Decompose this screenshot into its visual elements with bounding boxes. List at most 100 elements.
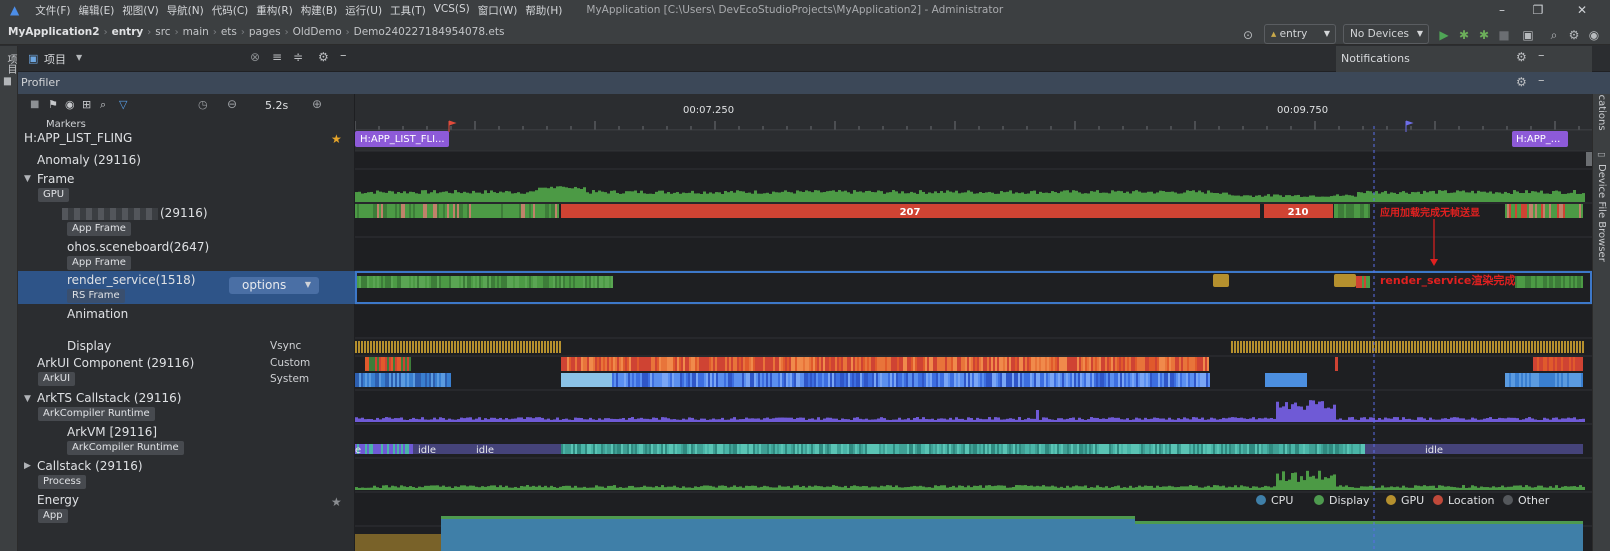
track-sceneboard[interactable]: ohos.sceneboard(2647) App Frame — [18, 238, 355, 271]
options-dropdown[interactable]: options ▼ — [229, 277, 319, 294]
settings-icon[interactable]: ⚙ — [1566, 26, 1582, 44]
record-icon[interactable]: ◉ — [65, 98, 75, 111]
gpu-frame-bar — [1003, 192, 1006, 202]
track-arkvm[interactable]: ArkVM [29116] ArkCompiler Runtime — [18, 424, 355, 457]
gear-icon[interactable]: ⚙ — [1516, 50, 1527, 64]
breadcrumb-item[interactable]: Demo240227184954078.ets — [354, 26, 505, 38]
menu-item[interactable]: 文件(F) — [35, 3, 70, 18]
target-icon[interactable]: ⊙ — [1240, 26, 1256, 44]
track-arkui[interactable]: ArkUI Component (29116) ArkUI Custom Sys… — [18, 356, 355, 389]
menu-item[interactable]: VCS(S) — [434, 3, 470, 18]
project-panel-label[interactable]: 项目 — [44, 51, 66, 67]
menu-item[interactable]: 重构(R) — [256, 3, 293, 18]
track-callstack[interactable]: ▶ Callstack (29116) Process — [18, 458, 355, 491]
collapse-all-icon[interactable]: ≑ — [293, 50, 303, 64]
device-file-browser-tool-tab[interactable]: Device File Browser — [1596, 164, 1607, 262]
arkvm-slice — [575, 444, 577, 454]
compare-icon[interactable]: ⊞ — [82, 98, 91, 111]
track-sublabel: System — [270, 373, 310, 385]
breadcrumb-item[interactable]: OldDemo — [293, 26, 342, 38]
menu-item[interactable]: 运行(U) — [345, 3, 382, 18]
chevron-down-icon[interactable]: ▼ — [76, 53, 82, 62]
attach-debugger-icon[interactable]: ✱ — [1476, 26, 1492, 44]
run-config-select[interactable]: ▴ entry ▼ — [1264, 24, 1336, 44]
device-select[interactable]: No Devices ▼ — [1343, 24, 1429, 44]
locate-file-icon[interactable]: ⊗ — [250, 50, 260, 64]
track-display[interactable]: Display Vsync — [18, 338, 355, 355]
menu-item[interactable]: 帮助(H) — [525, 3, 562, 18]
arkts-sample-bar — [1573, 417, 1576, 422]
callstack-sample-bar — [1228, 486, 1231, 490]
track-render-service[interactable]: render_service(1518) RS Frame options ▼ — [18, 271, 355, 304]
star-icon[interactable]: ★ — [331, 495, 342, 509]
debug-icon[interactable]: ✱ — [1456, 26, 1472, 44]
arkvm-slice — [901, 444, 903, 454]
device-manager-icon[interactable]: ▣ — [1520, 26, 1536, 44]
arkts-sample-bar — [802, 417, 805, 422]
device-file-browser-icon[interactable]: ▭ — [1597, 150, 1606, 160]
collapse-arrow-icon[interactable]: ▼ — [24, 174, 31, 184]
callstack-sample-bar — [673, 485, 676, 490]
menu-item[interactable]: 编辑(E) — [78, 3, 114, 18]
structure-tool-icon[interactable]: ▆ — [4, 76, 11, 86]
arkui-custom-bar — [1015, 357, 1017, 371]
filter-icon[interactable]: ▽ — [119, 98, 127, 111]
track-arkts[interactable]: ▼ ArkTS Callstack (29116) ArkCompiler Ru… — [18, 390, 355, 423]
timeline-pane[interactable]: 00:07.250 00:09.750 H:APP_LIST_FLI... H:… — [355, 94, 1592, 551]
callstack-sample-bar — [1012, 486, 1015, 490]
zoom-in-icon[interactable]: ⊕ — [312, 97, 322, 111]
app-frame-bar — [469, 204, 471, 218]
menu-item[interactable]: 窗口(W) — [478, 3, 518, 18]
close-button[interactable]: ✕ — [1564, 0, 1600, 20]
vsync-tick — [1249, 341, 1251, 353]
vertical-scrollbar[interactable] — [1586, 152, 1592, 166]
breadcrumb-item[interactable]: pages — [249, 26, 281, 38]
arkts-sample-bar — [424, 419, 427, 422]
arkui-custom-bar — [763, 357, 765, 371]
star-icon[interactable]: ★ — [331, 132, 342, 146]
project-tool-tab[interactable]: 项目 — [3, 54, 18, 74]
breadcrumb-item[interactable]: main — [183, 26, 209, 38]
arkui-custom-bar — [1565, 357, 1567, 371]
menu-item[interactable]: 视图(V) — [122, 3, 158, 18]
menu-item[interactable]: 构建(B) — [301, 3, 337, 18]
vsync-tick — [1231, 341, 1233, 353]
track-app-process[interactable]: (29116) App Frame — [18, 204, 355, 237]
arkts-sample-bar — [832, 418, 835, 422]
track-animation[interactable]: Animation — [18, 305, 355, 338]
expand-all-icon[interactable]: ≡ — [272, 50, 282, 64]
hide-panel-icon[interactable]: – — [340, 48, 347, 63]
stop-icon[interactable]: ■ — [1496, 26, 1512, 44]
breadcrumb-item[interactable]: MyApplication2 — [8, 26, 100, 38]
search-icon[interactable]: ⌕ — [100, 98, 106, 112]
breadcrumb-item[interactable]: src — [155, 26, 170, 38]
flag-icon[interactable]: ⚑ — [48, 98, 58, 111]
collapse-arrow-icon[interactable]: ▼ — [24, 394, 31, 404]
zoom-out-icon[interactable]: ⊖ — [227, 97, 237, 111]
hide-panel-icon[interactable]: – — [1538, 48, 1545, 63]
stop-recording-icon[interactable]: ■ — [30, 99, 39, 110]
search-everywhere-icon[interactable]: ⌕ — [1546, 26, 1562, 44]
track-energy[interactable]: Energy App ★ — [18, 492, 355, 525]
track-anomaly[interactable]: Anomaly (29116) — [18, 151, 355, 169]
gear-icon[interactable]: ⚙ — [1516, 75, 1527, 89]
menu-item[interactable]: 导航(N) — [167, 3, 204, 18]
gear-icon[interactable]: ⚙ — [318, 50, 329, 64]
track-label: ohos.sceneboard(2647) — [67, 240, 210, 254]
reset-zoom-icon[interactable]: ◷ — [198, 98, 208, 111]
timeline-canvas[interactable]: 00:07.250 00:09.750 H:APP_LIST_FLI... H:… — [355, 94, 1592, 551]
account-icon[interactable]: ◉ — [1586, 26, 1602, 44]
menu-item[interactable]: 代码(C) — [212, 3, 249, 18]
marker-track-row[interactable]: H:APP_LIST_FLING ★ — [18, 129, 355, 149]
expand-arrow-icon[interactable]: ▶ — [24, 461, 31, 471]
arkts-sample-bar — [1141, 419, 1144, 422]
hide-panel-icon[interactable]: – — [1538, 73, 1545, 88]
minimize-button[interactable]: – — [1484, 0, 1520, 20]
maximize-button[interactable]: ❐ — [1520, 0, 1556, 20]
breadcrumb-item[interactable]: entry — [112, 26, 144, 38]
run-icon[interactable]: ▶ — [1436, 26, 1452, 44]
track-frame[interactable]: ▼ Frame GPU — [18, 170, 355, 203]
menu-item[interactable]: 工具(T) — [390, 3, 426, 18]
breadcrumb-item[interactable]: ets — [221, 26, 237, 38]
gpu-frame-bar — [1531, 191, 1534, 202]
